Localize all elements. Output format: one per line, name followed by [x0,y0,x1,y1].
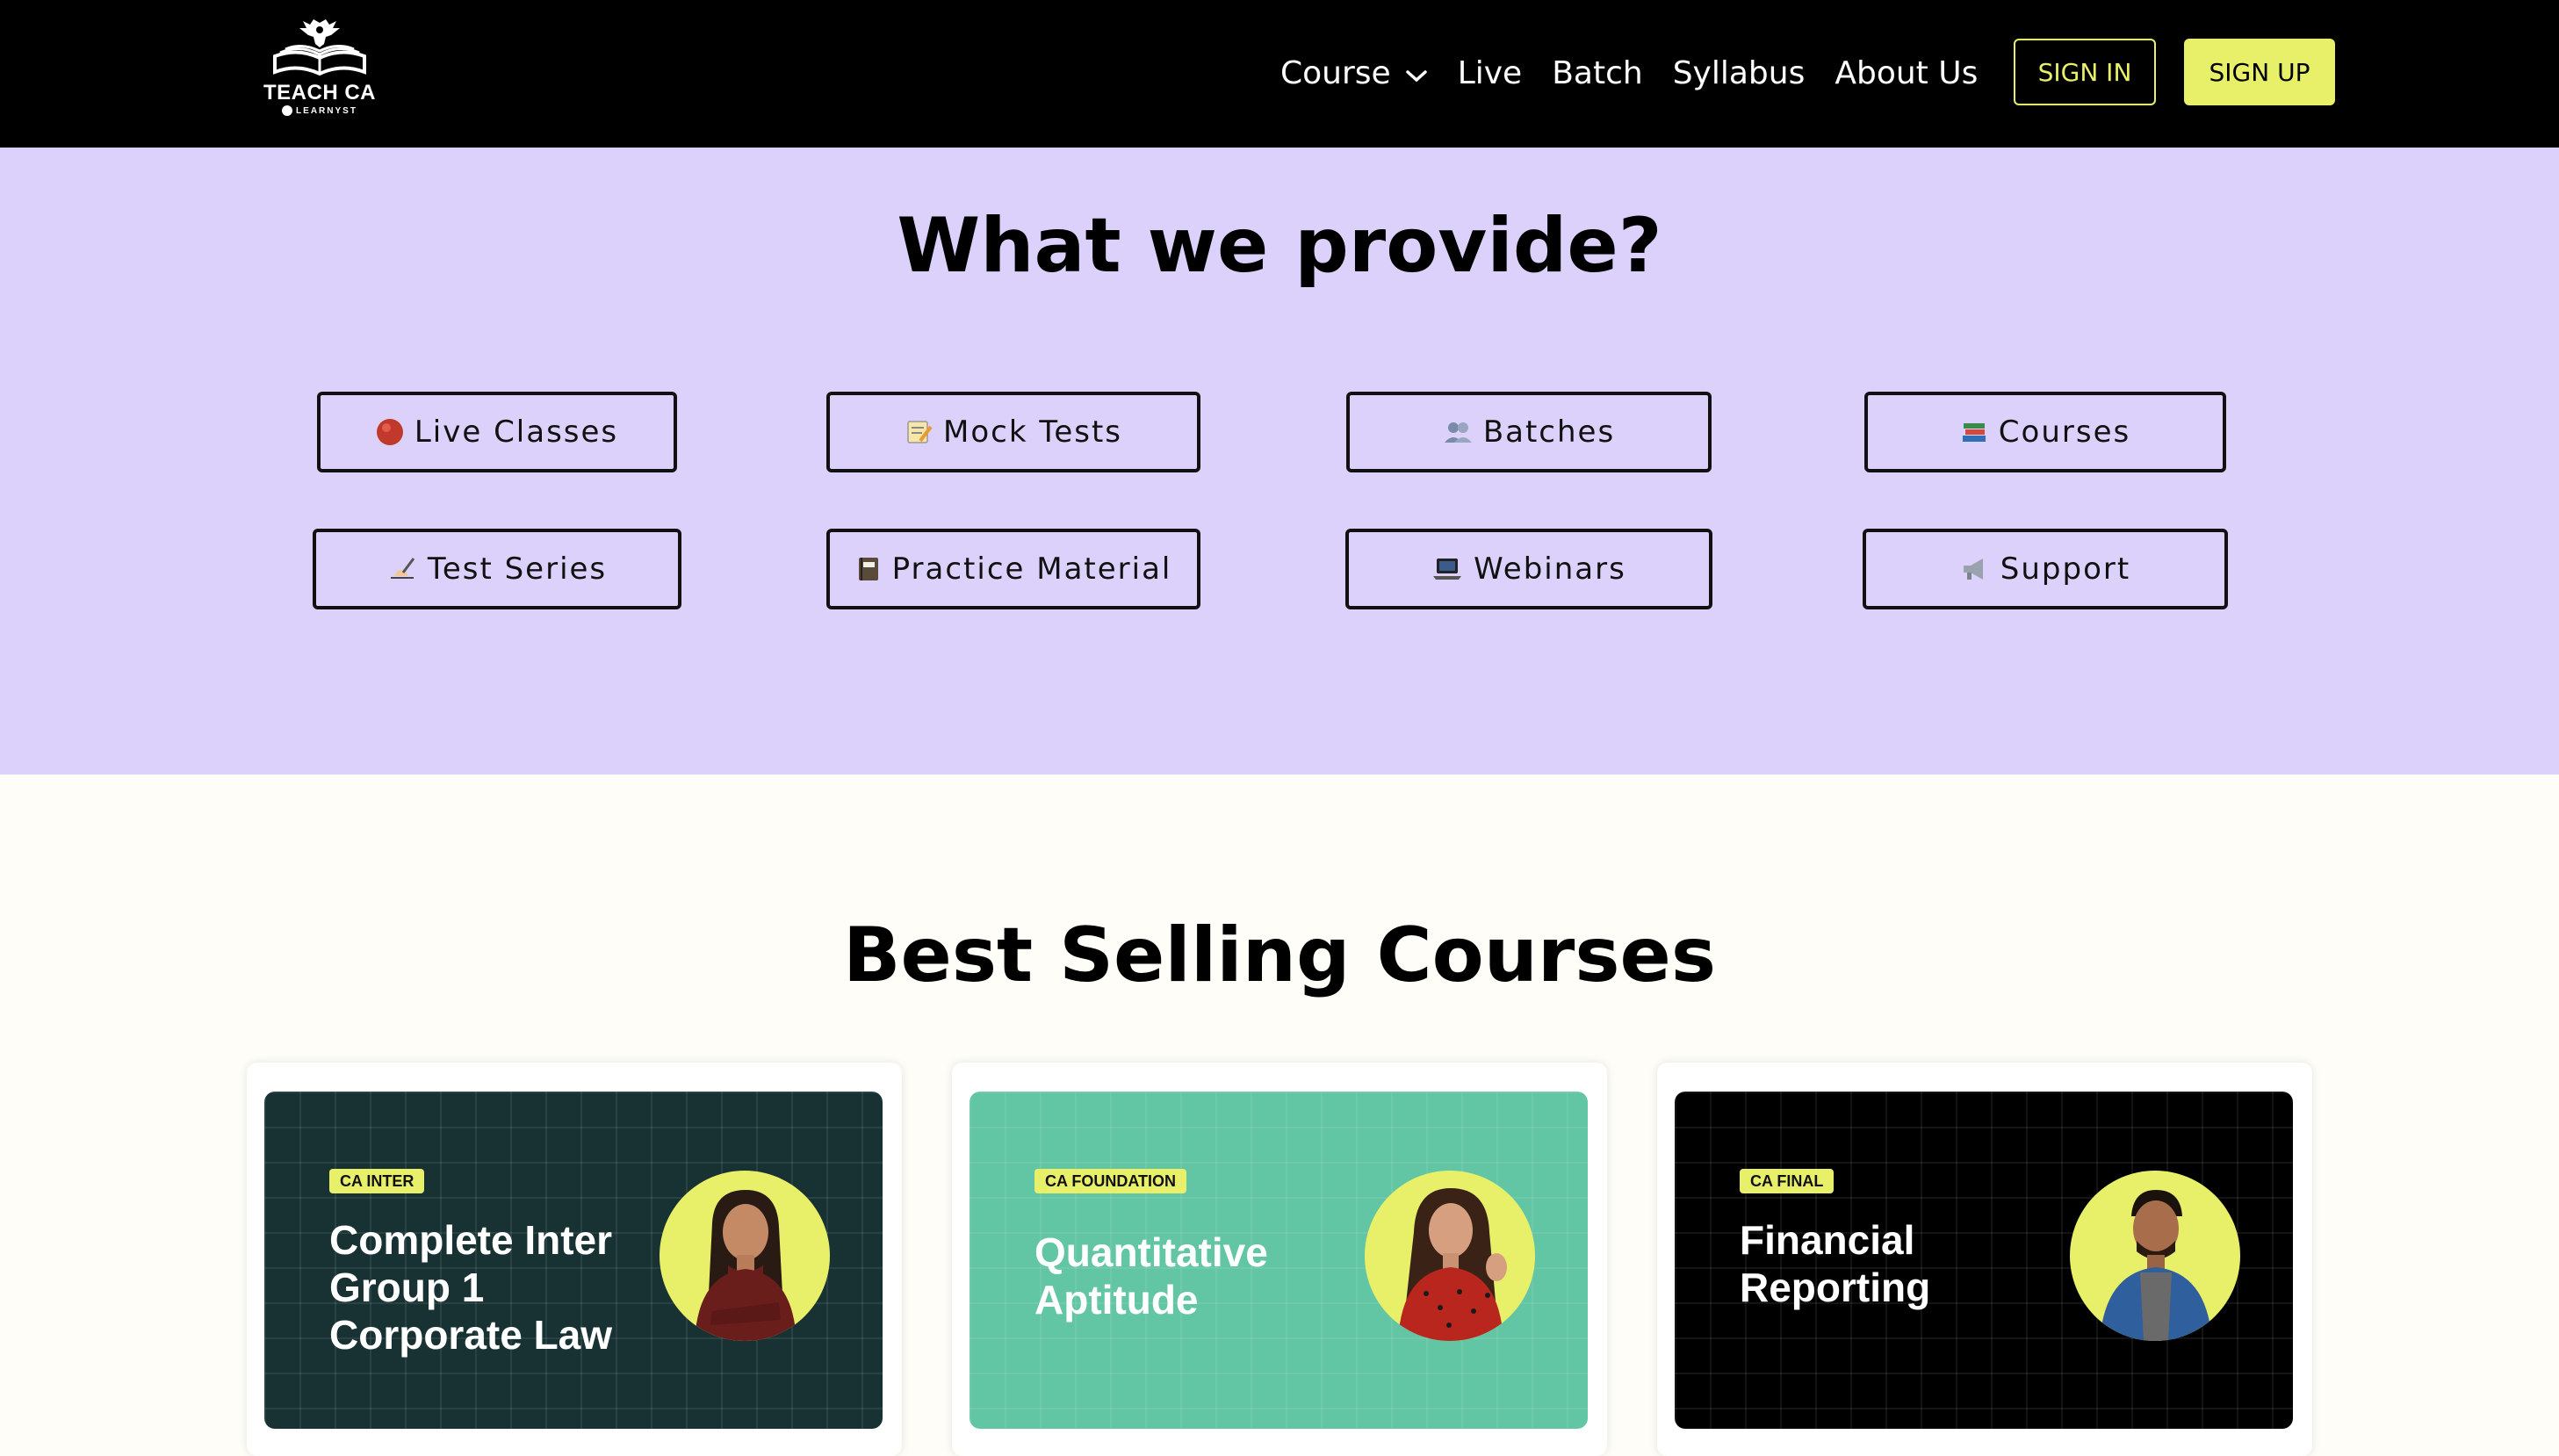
nav-live-link[interactable]: Live [1458,55,1523,91]
course-card[interactable]: CA FOUNDATION Quantitative Aptitude [952,1063,1607,1456]
service-live-classes-button[interactable]: Live Classes [317,392,677,472]
writing-hand-icon [387,555,417,583]
learnyst-mark-icon [282,105,293,116]
course-tag: CA FINAL [1740,1169,1835,1193]
nav-course-dropdown[interactable]: Course [1280,55,1428,91]
red-circle-icon [376,418,404,446]
course-title: Quantitative Aptitude [1034,1229,1268,1323]
course-tag: CA FOUNDATION [1034,1169,1186,1193]
service-support-button[interactable]: Support [1863,529,2228,609]
nav-batch-link[interactable]: Batch [1552,55,1642,91]
nav-about-link[interactable]: About Us [1835,55,1978,91]
chevron-down-icon [1405,55,1428,91]
teach-ca-logo[interactable]: TEACH CA LEARNYST [263,18,376,127]
provide-section: What we provide? Live Classes Mock Tests… [0,148,2559,775]
sign-up-button[interactable]: SIGN UP [2184,39,2335,105]
best-selling-heading: Best Selling Courses [842,912,1717,999]
nav-syllabus-link[interactable]: Syllabus [1673,55,1806,91]
service-mock-tests-button[interactable]: Mock Tests [826,392,1200,472]
instructor-avatar [660,1171,830,1341]
logo-title: TEACH CA [263,81,376,105]
course-title: Financial Reporting [1740,1217,1931,1310]
course-banner[interactable]: CA FINAL Financial Reporting [1675,1092,2293,1429]
provide-heading: What we provide? [897,202,1662,290]
service-test-series-button[interactable]: Test Series [313,529,681,609]
course-banner[interactable]: CA INTER Complete Inter Group 1 Corporat… [264,1092,883,1429]
nav-links: Course Live Batch Syllabus About Us [1280,46,2008,100]
service-courses-button[interactable]: Courses [1864,392,2226,472]
service-batches-button[interactable]: Batches [1346,392,1712,472]
top-navbar: TEACH CA LEARNYST Course Live Batch Syll… [0,0,2559,148]
service-webinars-button[interactable]: Webinars [1345,529,1712,609]
instructor-avatar [2070,1171,2240,1341]
sign-in-button[interactable]: SIGN IN [2014,39,2156,105]
logo-subtitle: LEARNYST [282,105,357,116]
laptop-icon [1431,555,1463,583]
course-card[interactable]: CA FINAL Financial Reporting [1657,1063,2312,1456]
course-title: Complete Inter Group 1 Corporate Law [329,1217,613,1358]
course-banner[interactable]: CA FOUNDATION Quantitative Aptitude [970,1092,1588,1429]
instructor-avatar [1365,1171,1535,1341]
memo-icon [905,418,933,446]
notebook-icon [855,555,882,583]
course-card[interactable]: CA INTER Complete Inter Group 1 Corporat… [247,1063,902,1456]
books-icon [1960,418,1988,446]
eagle-book-icon [273,19,366,76]
service-practice-material-button[interactable]: Practice Material [826,529,1200,609]
course-tag: CA INTER [329,1169,425,1193]
megaphone-icon [1960,555,1990,583]
people-icon [1443,418,1473,446]
